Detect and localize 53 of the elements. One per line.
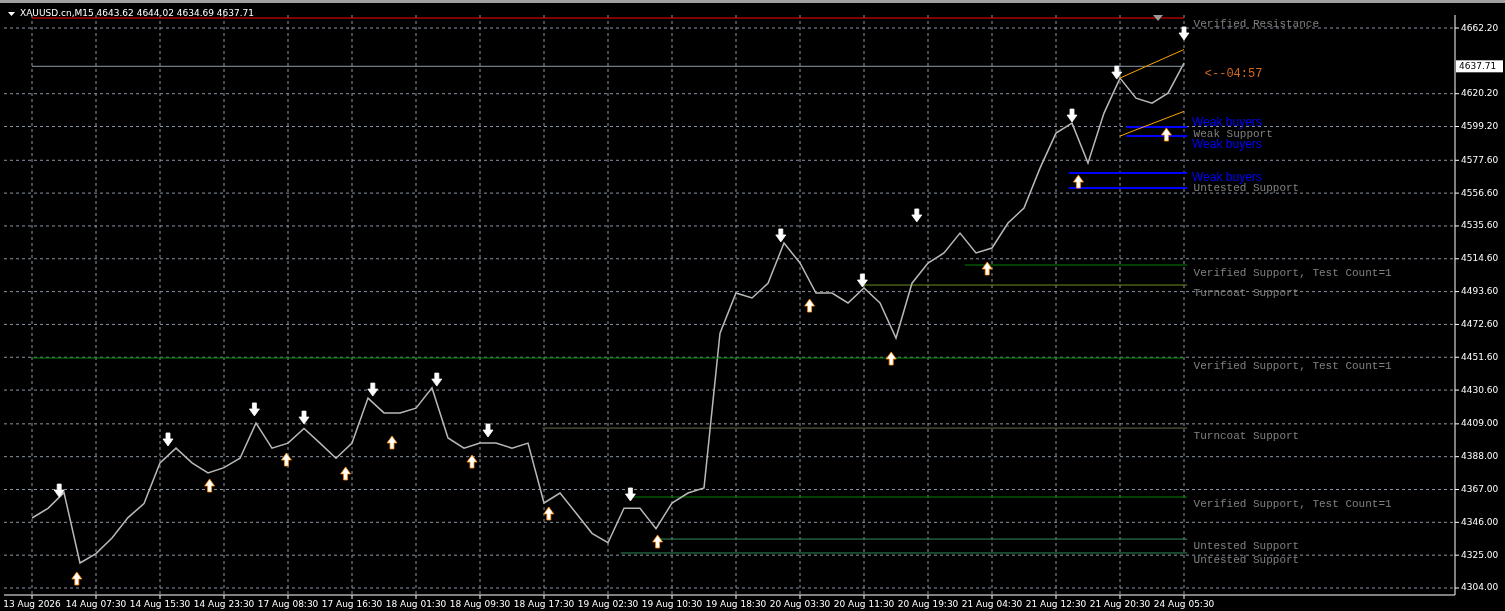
price-axis-label: 4367.00 — [1461, 484, 1499, 494]
time-axis-label: 21 Aug 12:30 — [1025, 598, 1087, 609]
zone-label: Verified Support, Test Count=1 — [1193, 359, 1392, 372]
dropdown-triangle-icon — [8, 12, 15, 16]
zone-label: Verified Support, Test Count=1 — [1193, 497, 1392, 510]
zone-label: Weak Support — [1193, 127, 1273, 140]
time-axis-label: 18 Aug 17:30 — [513, 598, 575, 609]
price-axis-label: 4514.60 — [1461, 253, 1499, 264]
price-axis-label: 4346.00 — [1461, 516, 1499, 527]
zone-label: Verified Resistance — [1193, 18, 1319, 31]
time-axis-label: 13 Aug 2026 — [3, 598, 61, 609]
time-axis-label: 19 Aug 10:30 — [641, 598, 703, 609]
price-axis-label: 4662.20 — [1461, 22, 1499, 33]
price-axis-label: 4577.60 — [1461, 154, 1499, 165]
time-axis-label: 17 Aug 08:30 — [257, 598, 319, 609]
price-axis-label: 4599.20 — [1461, 121, 1499, 131]
price-axis-label: 4430.60 — [1461, 384, 1499, 395]
time-axis-label: 20 Aug 03:30 — [769, 598, 831, 609]
zone-label: Untested Support — [1193, 182, 1300, 195]
time-axis-label: 17 Aug 16:30 — [321, 598, 383, 609]
zone-label: Untested Support — [1193, 539, 1300, 552]
time-axis-label: 14 Aug 15:30 — [129, 598, 191, 609]
zone-label: Weak buyers — [1192, 169, 1262, 184]
time-axis-label: 21 Aug 20:30 — [1089, 598, 1151, 609]
time-axis-label: 19 Aug 18:30 — [705, 598, 767, 609]
zone-label: Weak buyers — [1192, 115, 1262, 130]
current-price-tag: 4637.71 — [1456, 60, 1503, 73]
price-axis-label: 4472.60 — [1461, 318, 1499, 329]
countdown-timer: <--04:57 — [1204, 67, 1263, 82]
time-axis-label: 18 Aug 09:30 — [449, 598, 511, 609]
zone-label: Turncoat Support — [1193, 429, 1300, 442]
price-axis-label: 4535.60 — [1461, 220, 1499, 231]
time-axis-label: 24 Aug 05:30 — [1153, 598, 1215, 609]
price-axis-label: 4325.00 — [1461, 549, 1499, 560]
triangle-marker-icon — [1153, 15, 1163, 21]
price-axis-label: 4451.60 — [1461, 351, 1499, 362]
zone-label: Verified Support, Test Count=1 — [1193, 266, 1392, 279]
price-axis-label: 4556.60 — [1461, 187, 1499, 198]
time-axis-label: 14 Aug 07:30 — [65, 598, 127, 609]
price-axis-label: 4493.60 — [1461, 286, 1499, 297]
time-axis-label: 14 Aug 23:30 — [193, 598, 255, 609]
price-axis-label: 4304.00 — [1461, 582, 1499, 593]
price-axis-label: 4388.00 — [1461, 451, 1499, 462]
price-axis-label: 4620.20 — [1461, 88, 1499, 99]
price-axis-label: 4409.00 — [1461, 418, 1499, 429]
zone-label: Untested Support — [1193, 553, 1300, 566]
time-axis-label: 20 Aug 11:30 — [833, 598, 895, 609]
time-axis-label: 19 Aug 02:30 — [577, 598, 639, 609]
zone-label: Turncoat Support — [1193, 286, 1300, 299]
chart-title: XAUUSD.cn,M15 4643.62 4644.02 4634.69 4637.71 — [20, 7, 255, 18]
time-axis-label: 21 Aug 04:30 — [961, 598, 1023, 609]
time-axis-label: 20 Aug 19:30 — [897, 598, 959, 609]
time-axis-label: 18 Aug 01:30 — [385, 598, 447, 609]
